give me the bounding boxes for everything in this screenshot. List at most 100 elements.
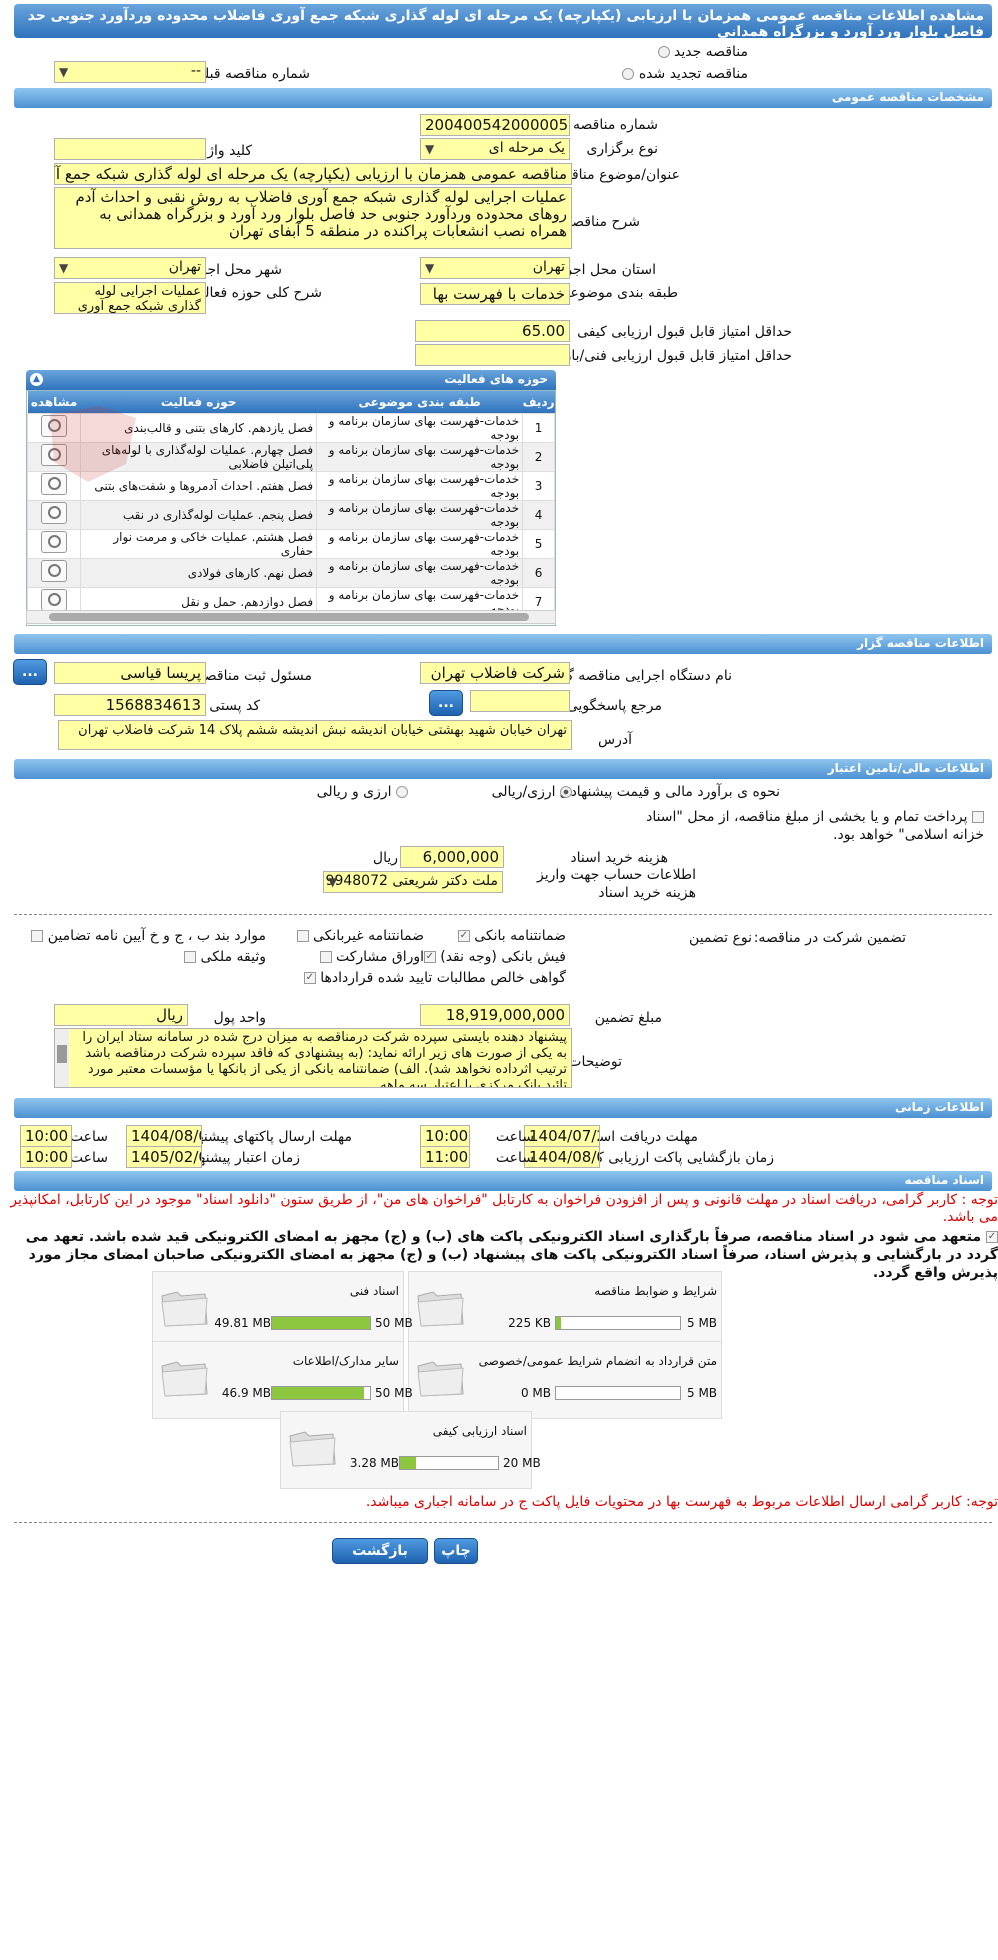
tender-number-field: 2004005420000059 <box>420 114 570 136</box>
doc-cost-unit: ریال <box>372 850 398 866</box>
file-name: سایر مدارک/اطلاعات <box>292 1354 399 1368</box>
row-field: فصل نهم. کارهای فولادی <box>80 557 318 588</box>
responsible-more-button[interactable]: ... <box>13 659 47 685</box>
file-card-terms[interactable]: شرایط و ضوابط مناقصه 225 KB 5 MB <box>408 1271 722 1349</box>
row-category: خدمات-فهرست بهای سازمان برنامه و بودجه <box>316 499 524 530</box>
guarantee-nonbank: ضمانتنامه غیربانکی <box>296 928 424 944</box>
doc-cost-label: هزینه خرید اسناد <box>570 850 668 866</box>
file-name: متن قرارداد به انضمام شرایط عمومی/خصوصی <box>478 1354 717 1368</box>
row-view-cell <box>27 499 82 530</box>
view-icon[interactable] <box>41 472 68 495</box>
receive-time-label: ساعت <box>495 1129 534 1145</box>
row-field: فصل یازدهم. کارهای بتنی و قالب‌بندی <box>80 412 318 443</box>
finance-section-header: اطلاعات مالی/تامین اعتبار <box>14 759 992 779</box>
type-select[interactable]: یک مرحله ای ▼ <box>420 138 570 160</box>
reference-label: مرجع پاسخگویی <box>566 698 662 714</box>
file-card-contract[interactable]: متن قرارداد به انضمام شرایط عمومی/خصوصی 0… <box>408 1341 722 1419</box>
city-select[interactable]: تهران ▼ <box>54 257 206 279</box>
org-name-field: شرکت فاضلاب تهران <box>420 662 570 684</box>
reference-more-button[interactable]: ... <box>429 690 463 716</box>
file-size: 46.9 MB <box>221 1386 271 1400</box>
file-name: شرایط و ضوابط مناقصه <box>594 1284 717 1298</box>
send-time: 10:00 <box>20 1125 72 1147</box>
send-deadline-label: مهلت ارسال پاکتهای پیشنهاد <box>186 1129 352 1145</box>
row-category: خدمات-فهرست بهای سازمان برنامه و بودجه <box>316 441 524 472</box>
tender-number-label: شماره مناقصه <box>573 117 658 133</box>
description-field: عملیات اجرایی لوله گذاری شبکه جمع آوری ف… <box>54 187 572 249</box>
file-card-quality[interactable]: اسناد ارزیابی کیفی 3.28 MB 20 MB <box>280 1411 541 1489</box>
row-category: خدمات-فهرست بهای سازمان برنامه و بودجه <box>316 412 524 443</box>
guarantee-label: تضمین شرکت در مناقصه: <box>753 930 906 946</box>
view-icon[interactable] <box>41 559 68 582</box>
scope-label: شرح کلی حوزه فعالیت <box>187 285 322 301</box>
table-row: 5 خدمات-فهرست بهای سازمان برنامه و بودجه ف… <box>27 528 555 559</box>
new-tender-radio[interactable]: مناقصه جدید <box>657 44 748 60</box>
amount-field: 18,919,000,000 <box>420 1004 570 1026</box>
file-card-technical[interactable]: اسناد فنی 49.81 MB 50 MB <box>152 1271 413 1349</box>
view-icon[interactable] <box>41 414 68 437</box>
print-button[interactable]: چاپ <box>434 1538 478 1564</box>
col-view: مشاهده <box>27 391 81 413</box>
row-view-cell <box>27 528 82 559</box>
guarantee-type-label: نوع تضمین <box>689 930 752 946</box>
collapse-icon[interactable]: ▲ <box>30 373 43 386</box>
org-section-header: اطلاعات مناقصه گزار <box>14 634 992 654</box>
min-tech-label: حداقل امتیاز قابل قبول ارزیابی فنی/بازرگ… <box>531 348 792 364</box>
file-max: 5 MB <box>687 1316 718 1330</box>
notes-scrollbar[interactable] <box>55 1029 69 1087</box>
renewed-tender-radio[interactable]: مناقصه تجدید شده <box>622 66 748 82</box>
min-quality-field: 65.00 <box>415 320 570 342</box>
bottom-note: توجه: کاربر گرامی ارسال اطلاعات مربوط به… <box>365 1494 998 1510</box>
type-label: نوع برگزاری <box>586 141 658 157</box>
activities-header: حوزه های فعالیت ▲ <box>26 370 556 390</box>
row-field: فصل هفتم. احداث آدمروها و شفت‌های بتنی <box>80 470 318 501</box>
file-usage-bar <box>272 1317 370 1329</box>
prev-number-select[interactable]: -- ▼ <box>54 61 206 83</box>
row-number: 5 <box>522 528 555 559</box>
account-label: اطلاعات حساب جهت واریز هزینه خرید اسناد <box>536 867 696 901</box>
guarantee-bank: ضمانتنامه بانکی ✓ <box>457 928 566 944</box>
responsible-field: پریسا قیاسی <box>54 662 206 684</box>
option-currency-and-rial[interactable]: ارزی و ریالی <box>317 784 408 800</box>
file-name: اسناد فنی <box>349 1284 399 1298</box>
notes-field[interactable]: پیشنهاد دهنده بایستی سپرده شرکت درمناقصه… <box>54 1028 572 1088</box>
docs-note: توجه : کاربر گرامی، دریافت اسناد در مهلت… <box>10 1192 998 1225</box>
org-name-label: نام دستگاه اجرایی مناقصه گزار <box>548 668 732 684</box>
view-icon[interactable] <box>41 443 68 466</box>
table-row: 6 خدمات-فهرست بهای سازمان برنامه و بودجه ف… <box>27 557 555 588</box>
receive-date: 1404/07/21 <box>524 1125 600 1147</box>
receive-deadline-label: مهلت دریافت اسناد <box>584 1129 698 1145</box>
guarantee-clauses: موارد بند ب ، ج و خ آیین نامه تضامین <box>31 928 266 944</box>
row-view-cell <box>27 557 82 588</box>
account-select[interactable]: ملت دکتر شریعتی 9948072 ▼ <box>323 871 503 893</box>
finance-method-label: نحوه ی برآورد مالی و قیمت پیشنهادی <box>559 784 780 800</box>
col-field: حوزه فعالیت <box>80 391 317 413</box>
treasury-checkbox[interactable]: پرداخت تمام و یا بخشی از مبلغ مناقصه، از… <box>612 808 984 844</box>
amount-label: مبلغ تضمین <box>594 1010 662 1026</box>
guarantee-cash: فیش بانکی (وجه نقد) ✓ <box>423 949 566 965</box>
file-card-other[interactable]: سایر مدارک/اطلاعات 46.9 MB 50 MB <box>152 1341 413 1419</box>
notes-label: توضیحات <box>568 1054 622 1070</box>
validity-label: زمان اعتبار پیشنهاد <box>188 1150 300 1166</box>
view-icon[interactable] <box>41 501 68 524</box>
row-number: 6 <box>522 557 555 588</box>
reference-field <box>470 690 570 712</box>
unit-label: واحد پول <box>213 1010 266 1026</box>
view-icon[interactable] <box>41 588 68 611</box>
option-currency-rial[interactable]: ارزی/ریالی <box>492 784 572 800</box>
col-category: طبقه بندی موضوعی <box>316 391 523 413</box>
grid-hscrollbar[interactable] <box>26 610 556 624</box>
prev-number-label: شماره مناقصه قبلی <box>193 66 310 82</box>
row-category: خدمات-فهرست بهای سازمان برنامه و بودجه <box>316 470 524 501</box>
postal-field: 1568834613 <box>54 694 206 716</box>
province-select[interactable]: تهران ▼ <box>420 257 570 279</box>
table-row: 1 خدمات-فهرست بهای سازمان برنامه و بودجه ف… <box>27 412 555 443</box>
keyword-field[interactable] <box>54 138 206 160</box>
unit-field: ریال <box>54 1004 188 1026</box>
row-field: فصل هشتم. عملیات خاکی و مرمت نوار حفاری <box>80 528 318 559</box>
view-icon[interactable] <box>41 530 68 553</box>
table-row: 3 خدمات-فهرست بهای سازمان برنامه و بودجه ف… <box>27 470 555 501</box>
back-button[interactable]: بازگشت <box>332 1538 428 1564</box>
file-max: 5 MB <box>687 1386 718 1400</box>
file-size: 3.28 MB <box>349 1456 399 1470</box>
